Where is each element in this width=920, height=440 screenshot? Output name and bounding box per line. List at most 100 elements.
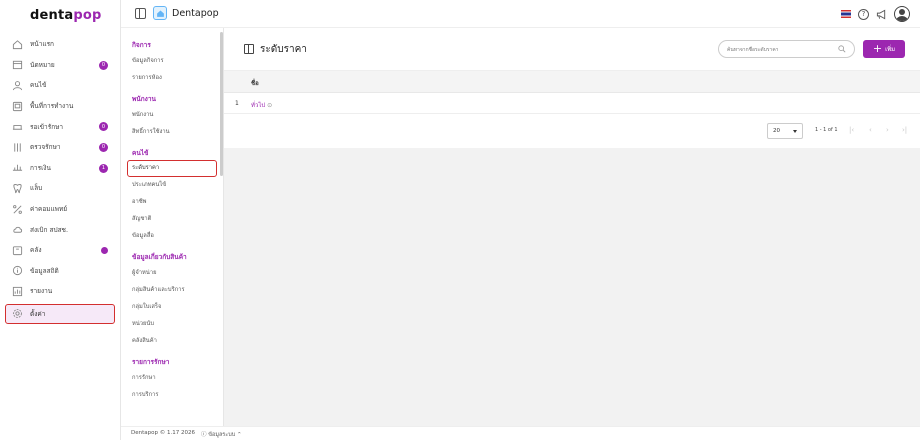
chair-icon [11,121,23,133]
avatar[interactable] [894,6,910,22]
submenu-scrollbar[interactable] [220,32,223,176]
sidebar-item-commission[interactable]: ค่าคอมแพทย์ [0,199,121,220]
last-page-icon[interactable]: ›| [902,126,907,134]
submenu-item-units[interactable]: หน่วยนับ [121,316,223,333]
brand-logo[interactable]: dentapop [30,8,102,23]
search-box[interactable] [718,40,855,58]
submenu-item-media[interactable]: ข้อมูลสื่อ [121,228,223,245]
sidebar-item-reports[interactable]: รายงาน [0,281,121,302]
percent-icon [11,203,23,215]
clinic-name[interactable]: Dentapop [172,8,219,19]
search-icon[interactable] [838,45,846,53]
clinic-home-icon [153,6,167,20]
sidebar-item-label: ค่าคอมแพทย์ [30,205,68,214]
main-sidebar: dentapop หน้าแรก นัดหมาย 0 คนไข้ พื้นที่… [0,0,121,440]
page-info: 1 - 1 of 1 [815,127,838,133]
submenu-item-patient-type[interactable]: ประเภทคนไข้ [121,177,223,194]
tooth-icon [11,182,23,194]
calendar-icon [11,59,23,71]
top-header: Dentapop ? [121,0,920,28]
column-header-name[interactable]: ชื่อ [251,78,259,88]
sidebar-item-label: หน้าแรก [30,40,54,49]
settings-submenu: กิจการ ข้อมูลกิจการ รายการห้อง พนักงาน พ… [121,28,224,426]
page-size-value: 20 [773,128,780,134]
sidebar-item-label: คนไข้ [30,81,47,90]
help-icon[interactable]: ? [858,8,869,20]
pagination: 20 1 - 1 of 1 |‹ ‹ › ›| [224,120,920,142]
count-badge: 1 [99,163,108,173]
submenu-item-suppliers[interactable]: ผู้จำหน่าย [121,265,223,282]
sidebar-item-workspace[interactable]: พื้นที่การทำงาน [0,96,121,117]
sidebar-item-inventory[interactable]: คลัง [0,240,121,261]
sidebar-item-patients[interactable]: คนไข้ [0,75,121,96]
info-icon [11,265,23,277]
submenu-item-receipt-groups[interactable]: กลุ่มใบเสร็จ [121,299,223,316]
submenu-group-title: รายการรักษา [132,358,170,366]
footer-copyright: Dentapop © 1.17 2026 [131,430,195,436]
report-icon [11,285,23,297]
submenu-group-title: ข้อมูลเกี่ยวกับสินค้า [132,253,187,261]
check-circle-icon: ⊙ [267,102,273,109]
submenu-item-warehouse[interactable]: คลังสินค้า [121,333,223,350]
sidebar-item-home[interactable]: หน้าแรก [0,34,121,55]
sidebar-item-treatment[interactable]: ตรวจรักษา 0 [0,137,121,158]
sidebar-item-appointments[interactable]: นัดหมาย 0 [0,55,121,76]
sidebar-item-finance[interactable]: การเงิน 1 [0,158,121,179]
submenu-item-product-groups[interactable]: กลุ่มสินค้าและบริการ [121,282,223,299]
sidebar-item-claims[interactable]: ส่งเบิก สปสช. [0,219,121,240]
header-actions: ? [841,6,910,22]
system-info-link[interactable]: ⓘ ข้อมูลระบบ ⌃ [201,430,242,439]
home-icon [11,38,23,50]
sidebar-item-label: รอเข้ารักษา [30,122,64,131]
sidebar-item-label: นัดหมาย [30,60,55,69]
sidebar-toggle-icon[interactable] [135,8,146,19]
row-number: 1 [235,100,239,107]
count-badge: 0 [99,122,108,132]
box-icon [11,244,23,256]
first-page-icon[interactable]: |‹ [849,126,854,134]
count-badge: 0 [99,142,108,152]
workspace-icon [11,100,23,112]
search-input[interactable] [727,45,837,54]
prev-page-icon[interactable]: ‹ [869,126,872,134]
submenu-item-price-level[interactable]: ระดับราคา [127,160,217,177]
plus-icon: + [872,42,883,55]
submenu-item-services[interactable]: การบริการ [121,387,223,404]
submenu-item-staff[interactable]: พนักงาน [121,107,223,124]
megaphone-icon[interactable] [876,9,887,20]
submenu-item-rooms[interactable]: รายการห้อง [121,70,223,87]
sidebar-nav: หน้าแรก นัดหมาย 0 คนไข้ พื้นที่การทำงาน … [0,34,121,324]
next-page-icon[interactable]: › [886,126,889,134]
submenu-item-nationality[interactable]: สัญชาติ [121,211,223,228]
submenu-item-business-info[interactable]: ข้อมูลกิจการ [121,53,223,70]
add-button[interactable]: + เพิ่ม [863,40,905,58]
submenu-group-title: กิจการ [132,41,151,49]
page-size-select[interactable]: 20 [767,123,803,139]
page-title: ระดับราคา [260,44,307,55]
sidebar-item-label: พื้นที่การทำงาน [30,102,74,111]
sidebar-item-waiting[interactable]: รอเข้ารักษา 0 [0,116,121,137]
price-level-name-link[interactable]: ทั่วไป ⊙ [251,100,272,110]
language-flag-icon[interactable] [841,10,851,18]
sidebar-item-lab[interactable]: แล็บ [0,178,121,199]
sidebar-item-label: รายงาน [30,287,53,296]
sidebar-item-settings[interactable]: ตั้งค่า [5,303,115,324]
status-dot [101,246,108,254]
table-header: ชื่อ [224,71,920,93]
count-badge: 0 [99,60,108,70]
submenu-item-occupation[interactable]: อาชีพ [121,194,223,211]
submenu-item-permissions[interactable]: สิทธิ์การใช้งาน [121,124,223,141]
user-icon [11,79,23,91]
panel-icon[interactable] [244,44,254,54]
table-row[interactable]: 1 ทั่วไป ⊙ [224,94,920,114]
price-level-card: ระดับราคา + เพิ่ม ชื่อ 1 ทั่วไป ⊙ 20 [224,28,920,148]
sidebar-item-label: ข้อมูลสถิติ [30,266,59,275]
tools-icon [11,141,23,153]
page-header: ระดับราคา + เพิ่ม [224,28,920,71]
money-icon [11,162,23,174]
submenu-group-title: คนไข้ [132,149,149,157]
sidebar-item-label: แล็บ [30,184,43,193]
sidebar-item-statistics[interactable]: ข้อมูลสถิติ [0,261,121,282]
submenu-item-treatments[interactable]: การรักษา [121,370,223,387]
cloud-icon [11,224,23,236]
